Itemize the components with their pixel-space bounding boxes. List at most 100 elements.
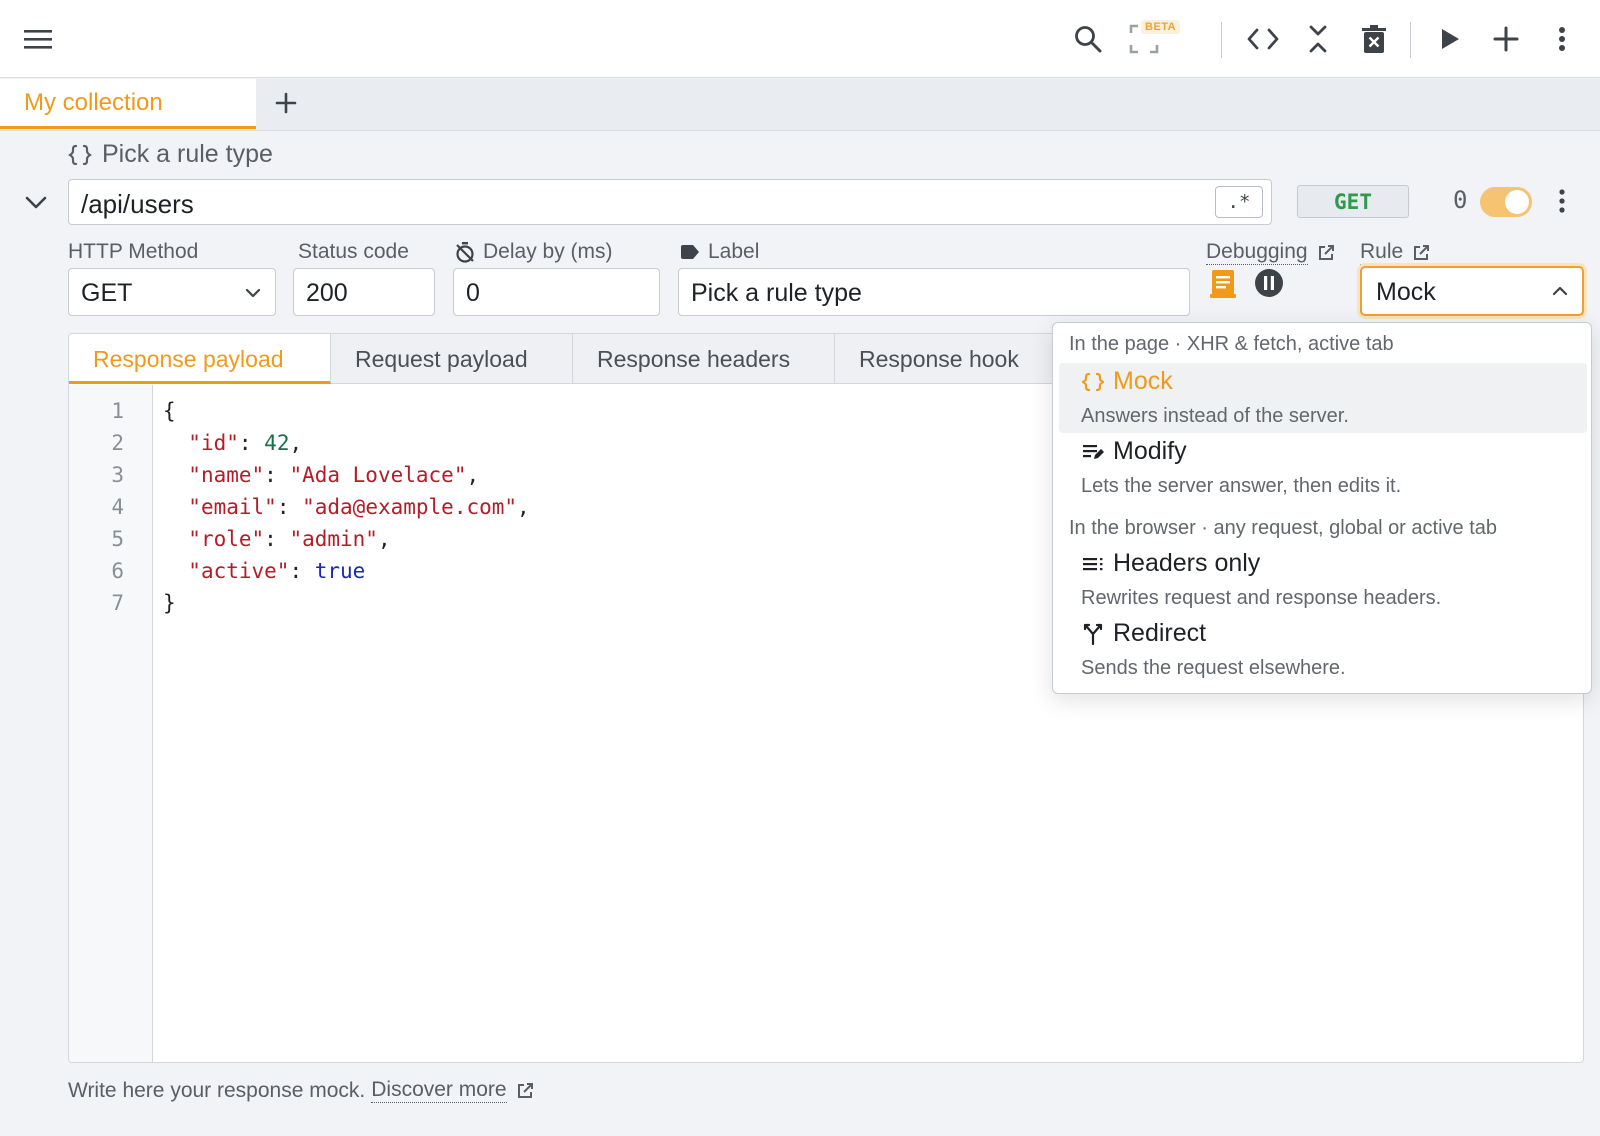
option-title: Mock [1081,367,1173,396]
status-code-label: Status code [298,240,409,264]
tab-response-payload[interactable]: Response payload [69,334,331,384]
code-brace: { [163,399,176,423]
timer-off-icon [453,240,477,264]
rule-more-icon[interactable] [1550,186,1574,216]
code-area[interactable]: { "id": 42, "name": "Ada Lovelace", "ema… [163,385,530,615]
json-key: "active" [188,559,290,583]
line-number: 1 [111,399,124,423]
label-input[interactable]: Pick a rule type [678,268,1190,316]
rule-title: Pick a rule type [68,140,273,169]
status-code-input[interactable]: 200 [293,268,435,316]
code-icon[interactable] [1243,19,1283,59]
code-line: { [163,399,176,423]
dropdown-group-header: In the browser · any request, global or … [1069,517,1498,539]
tab-request-payload[interactable]: Request payload [331,334,573,384]
delay-label-text: Delay by (ms) [483,240,613,263]
pause-icon[interactable] [1254,268,1286,300]
delay-value: 0 [466,279,480,307]
rule-title-text: Pick a rule type [102,140,273,168]
tab-my-collection[interactable]: My collection [0,79,256,129]
url-pattern-input[interactable]: /api/users .* [68,179,1272,225]
rule-type-label[interactable]: Rule [1360,240,1433,265]
option-title-text: Headers only [1113,549,1261,577]
label-field-label-text: Label [708,240,760,263]
json-key: "id" [188,431,239,455]
line-number: 2 [111,431,124,455]
http-method-select[interactable]: GET [68,268,276,316]
braces-icon [1081,370,1105,394]
headers-icon [1081,552,1105,576]
dropdown-group-header: In the page · XHR & fetch, active tab [1069,333,1394,355]
play-icon[interactable] [1430,19,1470,59]
line-number: 5 [111,527,124,551]
add-icon[interactable] [1486,19,1526,59]
http-method-label-text: HTTP Method [68,240,199,263]
http-method-value: GET [81,279,133,307]
option-title: Modify [1081,437,1187,466]
option-title: Redirect [1081,619,1206,648]
beta-badge: BETA [1141,20,1181,34]
rule-enabled-toggle[interactable] [1480,187,1532,217]
json-value: true [314,559,366,583]
rule-option-redirect[interactable]: Redirect Sends the request elsewhere. [1059,615,1587,685]
tag-icon [678,240,702,264]
debugging-label-text: Debugging [1206,240,1308,265]
debugging-label[interactable]: Debugging [1206,240,1338,265]
option-desc: Answers instead of the server. [1081,405,1349,427]
more-vertical-icon[interactable] [1542,19,1582,59]
option-desc: Sends the request elsewhere. [1081,657,1346,679]
regex-toggle-button[interactable]: .* [1215,186,1263,218]
toggle-knob [1505,190,1529,214]
chevron-up-icon [1550,279,1570,299]
line-number: 7 [111,591,124,615]
option-desc: Lets the server answer, then edits it. [1081,475,1402,497]
fork-icon [1081,622,1105,646]
code-line: "email": "ada@example.com", [188,495,530,519]
rule-type-select[interactable]: Mock [1360,266,1584,316]
json-key: "email" [188,495,277,519]
tab-response-hook[interactable]: Response hook [835,334,1085,384]
json-value: "admin" [289,527,378,551]
option-title-text: Redirect [1113,619,1207,647]
option-desc: Rewrites request and response headers. [1081,587,1442,609]
delay-input[interactable]: 0 [453,268,660,316]
json-value: "Ada Lovelace" [289,463,467,487]
toolbar-divider [1410,22,1411,58]
chevron-down-icon[interactable] [22,188,50,216]
collapse-all-icon[interactable] [1298,19,1338,59]
menu-icon[interactable] [18,19,58,59]
rule-option-headers-only[interactable]: Headers only Rewrites request and respon… [1059,545,1587,615]
discover-more-link[interactable]: Discover more [371,1078,507,1103]
status-code-label-text: Status code [298,240,409,263]
line-gutter: 1 2 3 4 5 6 7 [69,385,153,1062]
json-value: "ada@example.com" [302,495,518,519]
code-line: "active": true [188,559,366,583]
log-icon[interactable] [1208,268,1240,300]
json-key: "name" [188,463,265,487]
trash-icon[interactable] [1354,19,1394,59]
rule-type-dropdown: In the page · XHR & fetch, active tab Mo… [1052,322,1592,694]
code-line: } [163,591,176,615]
external-link-icon [513,1079,537,1103]
rule-option-mock[interactable]: Mock Answers instead of the server. [1059,363,1587,433]
chevron-down-icon [243,281,263,301]
url-pattern-value: /api/users [81,189,194,219]
option-title: Headers only [1081,549,1260,578]
external-link-icon [1314,241,1338,265]
delay-label: Delay by (ms) [453,240,613,264]
option-title-text: Modify [1113,437,1187,465]
collection-tabs: My collection [0,79,1600,131]
rule-type-label-text: Rule [1360,240,1404,265]
add-tab-icon[interactable] [268,85,304,121]
http-method-label: HTTP Method [68,240,198,264]
rule-option-modify[interactable]: Modify Lets the server answer, then edit… [1059,433,1587,503]
code-line: "name": "Ada Lovelace", [188,463,480,487]
top-toolbar: BETA [0,0,1600,78]
rule-type-value: Mock [1376,278,1436,306]
edit-lines-icon [1081,440,1105,464]
line-number: 6 [111,559,124,583]
search-icon[interactable] [1068,19,1108,59]
toolbar-divider [1221,22,1222,58]
json-key: "role" [188,527,265,551]
tab-response-headers[interactable]: Response headers [573,334,835,384]
